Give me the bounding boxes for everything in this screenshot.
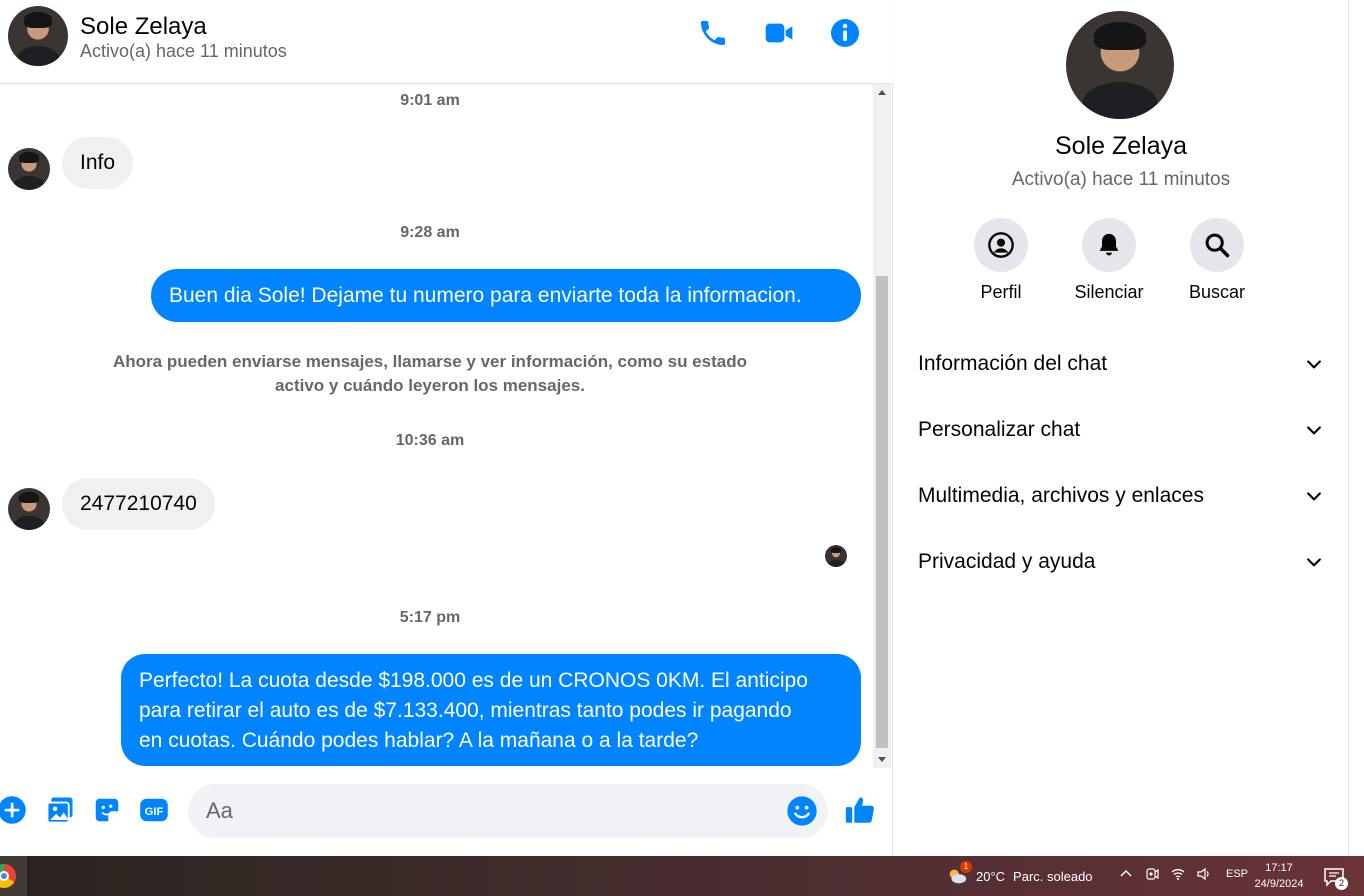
message-input-container bbox=[188, 784, 828, 838]
section-label: Privacidad y ayuda bbox=[918, 550, 1096, 573]
message-timestamp: 9:01 am bbox=[400, 92, 460, 109]
message-text: 2477210740 bbox=[80, 492, 197, 515]
incoming-message[interactable]: 2477210740 bbox=[62, 478, 215, 530]
search-button[interactable]: Buscar bbox=[1176, 218, 1258, 303]
temperature: 20°C bbox=[976, 868, 1006, 884]
panel-contact-name: Sole Zelaya bbox=[1054, 132, 1188, 160]
section-customize-chat[interactable]: Personalizar chat bbox=[918, 404, 1324, 456]
incoming-message[interactable]: Info bbox=[62, 137, 134, 189]
system-notice-line: Ahora pueden enviarse mensajes, llamarse… bbox=[113, 352, 747, 371]
search-label: Buscar bbox=[1188, 282, 1246, 302]
system-notice-line: activo y cuándo leyeron los mensajes. bbox=[275, 376, 585, 395]
section-media-files[interactable]: Multimedia, archivos y enlaces bbox=[918, 470, 1324, 522]
image-icon[interactable] bbox=[44, 794, 76, 826]
message-timestamp: 5:17 pm bbox=[399, 609, 461, 626]
profile-icon bbox=[988, 232, 1014, 258]
conversation-info-panel: Sole Zelaya Activo(a) hace 11 minutos Pe… bbox=[894, 0, 1348, 856]
emoji-icon[interactable] bbox=[786, 795, 818, 827]
profile-label: Perfil bbox=[980, 282, 1022, 302]
system-tray: ESP bbox=[1118, 866, 1248, 882]
notification-count: 2 bbox=[1335, 877, 1348, 890]
message-timestamp: 9:28 am bbox=[400, 224, 460, 241]
panel-avatar[interactable] bbox=[1066, 11, 1174, 119]
contact-avatar[interactable] bbox=[8, 6, 68, 66]
seen-indicator-avatar bbox=[825, 545, 847, 567]
chat-header: Sole Zelaya Activo(a) hace 11 minutos bbox=[0, 0, 893, 84]
section-chat-info[interactable]: Información del chat bbox=[918, 338, 1324, 390]
clock-date: 24/9/2024 bbox=[1254, 878, 1304, 890]
message-text-line: en cuotas. Cuándo podes hablar? A la mañ… bbox=[139, 729, 699, 752]
message-text: Info bbox=[80, 151, 116, 174]
windows-taskbar: 1 20°C Parc. soleado ESP 17:17 24/9/2024… bbox=[0, 856, 1364, 896]
meet-icon[interactable] bbox=[1144, 866, 1160, 882]
message-text-line: Perfecto! La cuota desde $198.000 es de … bbox=[139, 669, 808, 692]
search-icon bbox=[1205, 233, 1230, 258]
weather-condition: Parc. soleado bbox=[1013, 868, 1093, 884]
system-notice: Ahora pueden enviarse mensajes, llamarse… bbox=[110, 350, 750, 398]
scroll-up-arrow[interactable] bbox=[878, 90, 886, 95]
bell-icon bbox=[1099, 233, 1119, 256]
phone-icon[interactable] bbox=[697, 17, 729, 49]
video-icon[interactable] bbox=[763, 17, 795, 49]
wifi-icon[interactable] bbox=[1170, 866, 1186, 882]
section-label: Información del chat bbox=[918, 352, 1108, 375]
profile-button[interactable]: Perfil bbox=[960, 218, 1042, 303]
messenger-app: Sole Zelaya Activo(a) hace 11 minutos 9:… bbox=[0, 0, 1364, 856]
svg-text:GIF: GIF bbox=[145, 806, 164, 818]
message-input[interactable] bbox=[206, 784, 776, 838]
contact-status: Activo(a) hace 11 minutos bbox=[80, 41, 287, 61]
message-composer: GIF bbox=[0, 768, 893, 856]
page-scrollbar[interactable] bbox=[1348, 0, 1364, 856]
message-timestamp: 10:36 am bbox=[395, 432, 465, 449]
language-indicator[interactable]: ESP bbox=[1226, 868, 1248, 880]
outgoing-message[interactable]: Perfecto! La cuota desde $198.000 es de … bbox=[121, 654, 861, 766]
contact-name[interactable]: Sole Zelaya bbox=[80, 13, 207, 41]
notifications-icon[interactable]: 2 bbox=[1322, 865, 1348, 890]
chrome-icon bbox=[0, 864, 16, 888]
gif-icon[interactable]: GIF bbox=[138, 794, 170, 826]
volume-icon[interactable] bbox=[1196, 866, 1212, 882]
panel-contact-status: Activo(a) hace 11 minutos bbox=[1011, 169, 1231, 190]
chevron-down-icon bbox=[1307, 558, 1321, 567]
mute-button[interactable]: Silenciar bbox=[1068, 218, 1150, 303]
message-text-line: para retirar el auto es de $7.133.400, m… bbox=[139, 699, 792, 722]
clock[interactable]: 17:17 24/9/2024 bbox=[1248, 860, 1310, 892]
scroll-thumb[interactable] bbox=[876, 276, 888, 748]
scroll-down-arrow[interactable] bbox=[878, 757, 886, 762]
plus-icon[interactable] bbox=[0, 794, 28, 826]
sender-avatar[interactable] bbox=[8, 148, 50, 190]
chevron-down-icon bbox=[1307, 492, 1321, 501]
chevron-down-icon bbox=[1307, 360, 1321, 369]
clock-time: 17:17 bbox=[1265, 862, 1293, 874]
chevron-up-icon[interactable] bbox=[1118, 866, 1134, 882]
section-label: Personalizar chat bbox=[918, 418, 1081, 441]
message-list[interactable]: 9:01 am Info 9:28 am Buen dia Sole! Deja… bbox=[0, 84, 873, 768]
section-privacy-help[interactable]: Privacidad y ayuda bbox=[918, 536, 1324, 588]
mute-label: Silenciar bbox=[1074, 282, 1144, 302]
sender-avatar[interactable] bbox=[8, 488, 50, 530]
weather-widget[interactable]: 1 20°C Parc. soleado bbox=[946, 861, 1093, 887]
sticker-icon[interactable] bbox=[91, 794, 123, 826]
section-label: Multimedia, archivos y enlaces bbox=[918, 484, 1204, 507]
message-scrollbar[interactable] bbox=[873, 84, 891, 768]
info-icon[interactable] bbox=[829, 17, 861, 49]
like-icon[interactable] bbox=[842, 792, 878, 828]
weather-badge: 1 bbox=[960, 861, 972, 873]
outgoing-message[interactable]: Buen dia Sole! Dejame tu numero para env… bbox=[151, 269, 861, 322]
weather-icon: 1 bbox=[946, 861, 972, 887]
chevron-down-icon bbox=[1307, 426, 1321, 435]
message-text: Buen dia Sole! Dejame tu numero para env… bbox=[169, 284, 802, 307]
chat-column: Sole Zelaya Activo(a) hace 11 minutos 9:… bbox=[0, 0, 893, 856]
chrome-taskbar-button[interactable] bbox=[0, 856, 27, 896]
